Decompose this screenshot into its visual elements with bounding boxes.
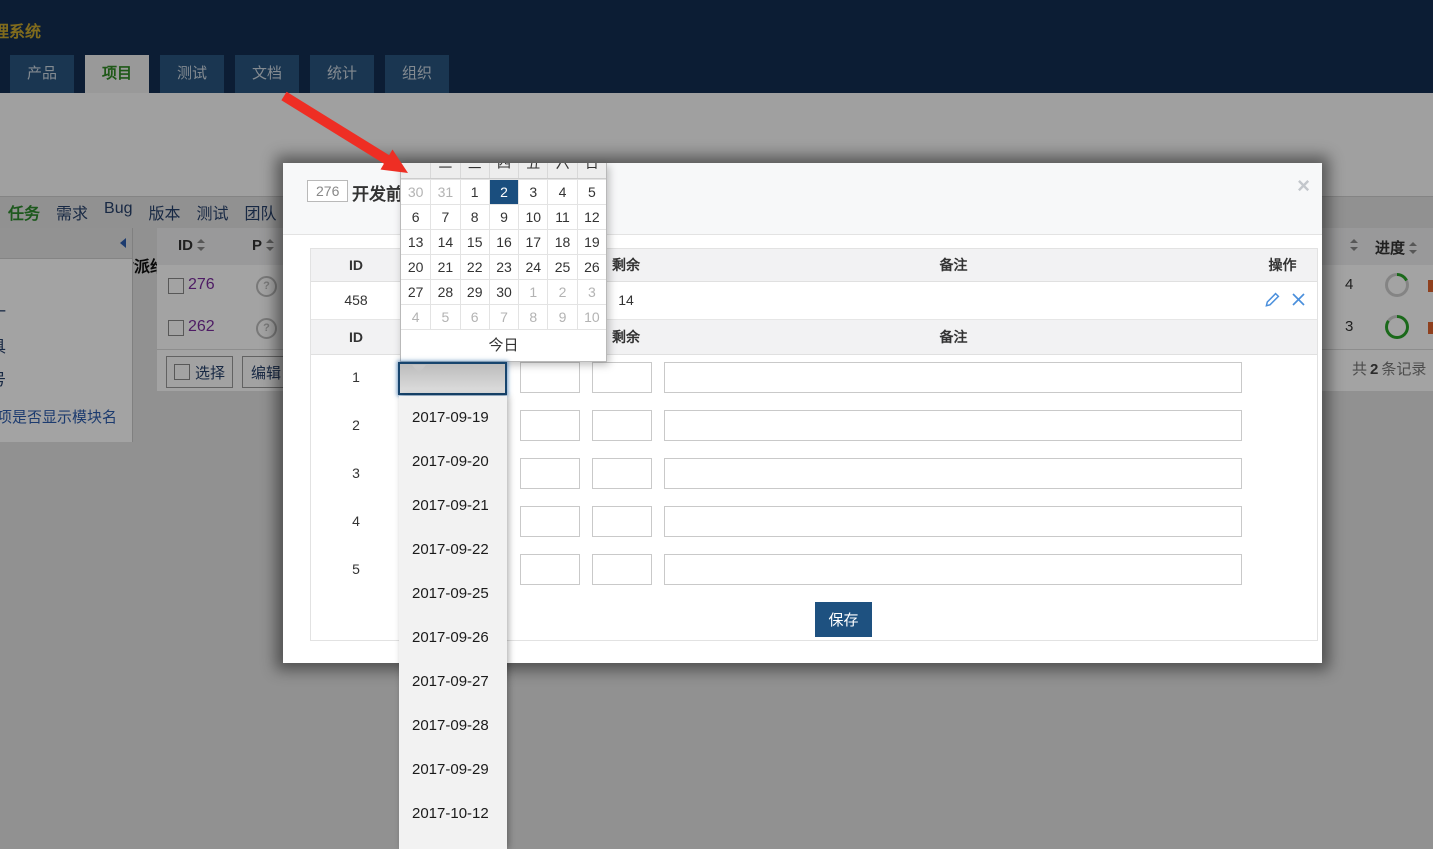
calendar-day[interactable]: 2 — [488, 179, 519, 204]
header-id: ID — [349, 329, 363, 345]
edit-record-icon[interactable] — [1264, 291, 1281, 308]
weekday-label: 三 — [459, 163, 489, 178]
date-option[interactable]: 2017-09-29 — [399, 748, 507, 792]
weekday-label: 四 — [488, 163, 518, 178]
weekday-label: 一 — [408, 163, 423, 171]
date-option[interactable]: 2017-09-27 — [399, 660, 507, 704]
page: 理系统 产品项目测试文档统计组织 任务需求Bug版本测试团队动态文档概况 未关闭… — [0, 0, 1433, 849]
delete-record-icon[interactable] — [1290, 291, 1307, 308]
calendar-day[interactable]: 7 — [430, 204, 460, 229]
estimate-row-number: 1 — [352, 369, 360, 385]
estimate-input[interactable] — [520, 554, 580, 585]
calendar-day[interactable]: 30 — [401, 179, 431, 204]
header-note: 备注 — [939, 329, 968, 345]
calendar-day[interactable]: 5 — [576, 179, 606, 204]
calendar-day[interactable]: 28 — [430, 279, 460, 304]
calendar-day[interactable]: 6 — [459, 304, 489, 329]
calendar-day[interactable]: 16 — [488, 229, 519, 254]
calendar-day[interactable]: 3 — [576, 279, 606, 304]
note-input[interactable] — [664, 554, 1242, 585]
calendar-day[interactable]: 15 — [459, 229, 489, 254]
calendar-day[interactable]: 12 — [576, 204, 606, 229]
calendar-weekday-row: 一二三四五六日 — [401, 163, 606, 179]
calendar-day[interactable]: 10 — [518, 204, 548, 229]
calendar-day[interactable]: 3 — [518, 179, 548, 204]
estimate-row-number: 5 — [352, 561, 360, 577]
estimate-row-number: 2 — [352, 417, 360, 433]
date-option[interactable]: 2017-09-25 — [399, 572, 507, 616]
header-action: 操作 — [1268, 257, 1297, 273]
estimate-input[interactable] — [520, 458, 580, 489]
calendar-day[interactable]: 8 — [518, 304, 548, 329]
save-button[interactable]: 保存 — [815, 602, 872, 637]
calendar-day[interactable]: 18 — [547, 229, 577, 254]
estimate-input[interactable] — [520, 506, 580, 537]
calendar-day[interactable]: 29 — [459, 279, 489, 304]
calendar-day[interactable]: 21 — [430, 254, 460, 279]
calendar-day[interactable]: 27 — [401, 279, 431, 304]
calendar-day[interactable]: 25 — [547, 254, 577, 279]
calendar-day[interactable]: 9 — [547, 304, 577, 329]
estimate-input[interactable] — [520, 410, 580, 441]
left-input[interactable] — [592, 362, 652, 393]
estimate-row-number: 3 — [352, 465, 360, 481]
calendar-day[interactable]: 4 — [401, 304, 431, 329]
left-input[interactable] — [592, 458, 652, 489]
weekday-label: 五 — [518, 163, 547, 178]
dialog-title: 开发前 — [352, 185, 403, 204]
note-input[interactable] — [664, 458, 1242, 489]
calendar-day[interactable]: 22 — [459, 254, 489, 279]
datepicker-calendar: 一二三四五六日 30 31 1 2 3 4 5 6 7 8 9 10 11 12 13 14 15 16 17 18 1… — [400, 163, 607, 362]
left-input[interactable] — [592, 410, 652, 441]
calendar-day[interactable]: 30 — [488, 279, 519, 304]
calendar-day[interactable]: 11 — [547, 204, 577, 229]
weekday-label: 六 — [547, 163, 576, 178]
date-option[interactable]: 2017-09-20 — [399, 440, 507, 484]
note-input[interactable] — [664, 410, 1242, 441]
calendar-day[interactable]: 14 — [430, 229, 460, 254]
date-dropdown-list: 2017-09-19 2017-09-20 2017-09-21 2017-09-22… — [399, 396, 507, 849]
calendar-day[interactable]: 8 — [459, 204, 489, 229]
calendar-day[interactable]: 31 — [430, 179, 460, 204]
calendar-day[interactable]: 23 — [488, 254, 519, 279]
date-option[interactable]: 2017-09-21 — [399, 484, 507, 528]
note-input[interactable] — [664, 362, 1242, 393]
date-option[interactable]: 2017-09-22 — [399, 528, 507, 572]
date-select[interactable] — [398, 362, 507, 395]
calendar-today-button[interactable]: 今日 — [401, 329, 606, 361]
calendar-grid: 30 31 1 2 3 4 5 6 7 8 9 10 11 12 13 14 15 16 17 18 19 20 21 22 2… — [401, 179, 606, 329]
calendar-day[interactable]: 2 — [547, 279, 577, 304]
calendar-day[interactable]: 9 — [488, 204, 519, 229]
weekday-label: 日 — [576, 163, 606, 178]
calendar-day[interactable]: 20 — [401, 254, 431, 279]
record-id: 458 — [344, 292, 368, 308]
calendar-day[interactable]: 1 — [518, 279, 548, 304]
calendar-day[interactable]: 19 — [576, 229, 606, 254]
weekday-label: 二 — [430, 163, 459, 178]
estimate-input[interactable] — [520, 362, 580, 393]
calendar-day[interactable]: 10 — [576, 304, 606, 329]
calendar-day[interactable]: 6 — [401, 204, 431, 229]
calendar-day[interactable]: 5 — [430, 304, 460, 329]
date-option[interactable]: 2017-10-12 — [399, 792, 507, 836]
close-icon[interactable]: × — [1297, 175, 1310, 197]
calendar-day[interactable]: 24 — [518, 254, 548, 279]
calendar-day[interactable]: 17 — [518, 229, 548, 254]
chevron-down-icon — [412, 365, 426, 373]
calendar-day[interactable]: 13 — [401, 229, 431, 254]
date-option[interactable]: 2017-09-26 — [399, 616, 507, 660]
calendar-day[interactable]: 1 — [459, 179, 489, 204]
calendar-day[interactable]: 7 — [488, 304, 519, 329]
date-option[interactable]: 2017-09-19 — [399, 396, 507, 440]
calendar-day[interactable]: 26 — [576, 254, 606, 279]
date-option[interactable]: 2017-09-28 — [399, 704, 507, 748]
left-input[interactable] — [592, 506, 652, 537]
calendar-day[interactable]: 4 — [547, 179, 577, 204]
header-note: 备注 — [939, 257, 968, 273]
left-input[interactable] — [592, 554, 652, 585]
estimate-row-number: 4 — [352, 513, 360, 529]
note-input[interactable] — [664, 506, 1242, 537]
header-id: ID — [349, 257, 363, 273]
task-id-badge: 276 — [307, 180, 349, 202]
